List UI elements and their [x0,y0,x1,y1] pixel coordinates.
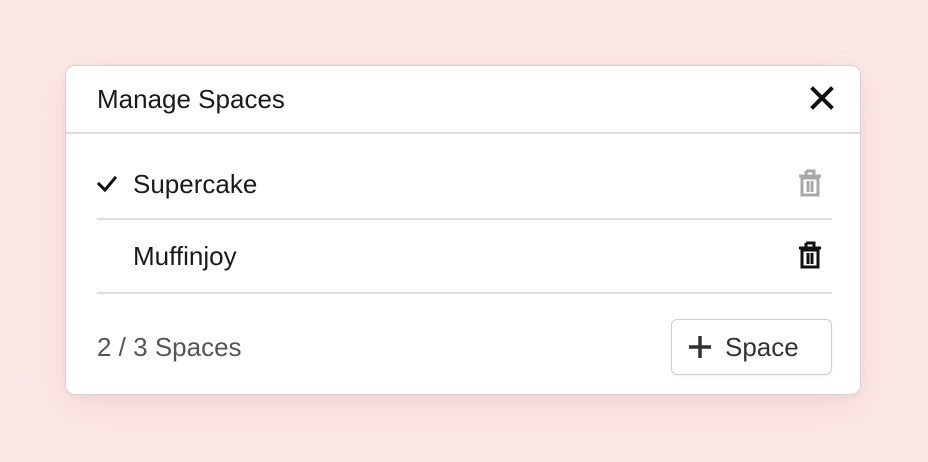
plus-icon [689,336,711,358]
space-row-muffinjoy[interactable]: Muffinjoy [97,220,832,294]
add-space-label: Space [725,332,799,362]
space-name: Muffinjoy [133,241,237,271]
space-row-supercake[interactable]: Supercake [97,148,832,220]
close-icon [810,86,834,110]
dialog-title: Manage Spaces [97,84,285,114]
dialog-header: Manage Spaces [66,66,860,134]
trash-icon [799,169,821,197]
manage-spaces-dialog: Manage Spaces Supercake Muffinjoy 2 / 3 … [65,65,861,395]
close-button[interactable] [808,84,836,112]
add-space-button[interactable]: Space [671,319,832,375]
space-name: Supercake [133,169,258,199]
checkmark-icon [97,175,117,193]
trash-icon[interactable] [798,241,822,269]
spaces-count: 2 / 3 Spaces [97,332,242,362]
